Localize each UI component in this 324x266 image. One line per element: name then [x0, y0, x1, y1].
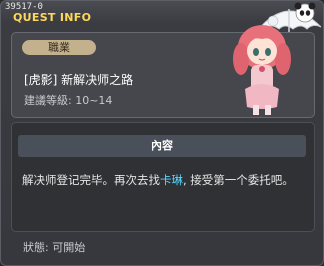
job-badge: 職業: [22, 40, 96, 55]
quest-content-panel: 內容 解决师登记完毕。再次去找卡琳, 接受第一个委托吧。: [11, 122, 315, 232]
quest-status: 狀態: 可開始: [23, 241, 86, 254]
description-text: 解决师登记完毕。再次去找: [22, 173, 160, 187]
window-title: QUEST INFO: [13, 11, 92, 24]
content-header: 內容: [18, 135, 306, 157]
character-portrait-icon: [233, 25, 291, 115]
quest-description: 解决师登记完毕。再次去找卡琳, 接受第一个委托吧。: [22, 170, 304, 190]
recommended-level: 建議等級: 10~14: [24, 94, 113, 107]
quest-name: [虎影] 新解决师之路: [24, 73, 134, 87]
npc-name-link[interactable]: 卡琳: [160, 173, 183, 187]
description-text-end: , 接受第一个委托吧。: [183, 173, 294, 187]
quest-info-window: 39517-0 QUEST INFO 職業 [虎影] 新解决师之路 建議等級: …: [0, 0, 324, 266]
